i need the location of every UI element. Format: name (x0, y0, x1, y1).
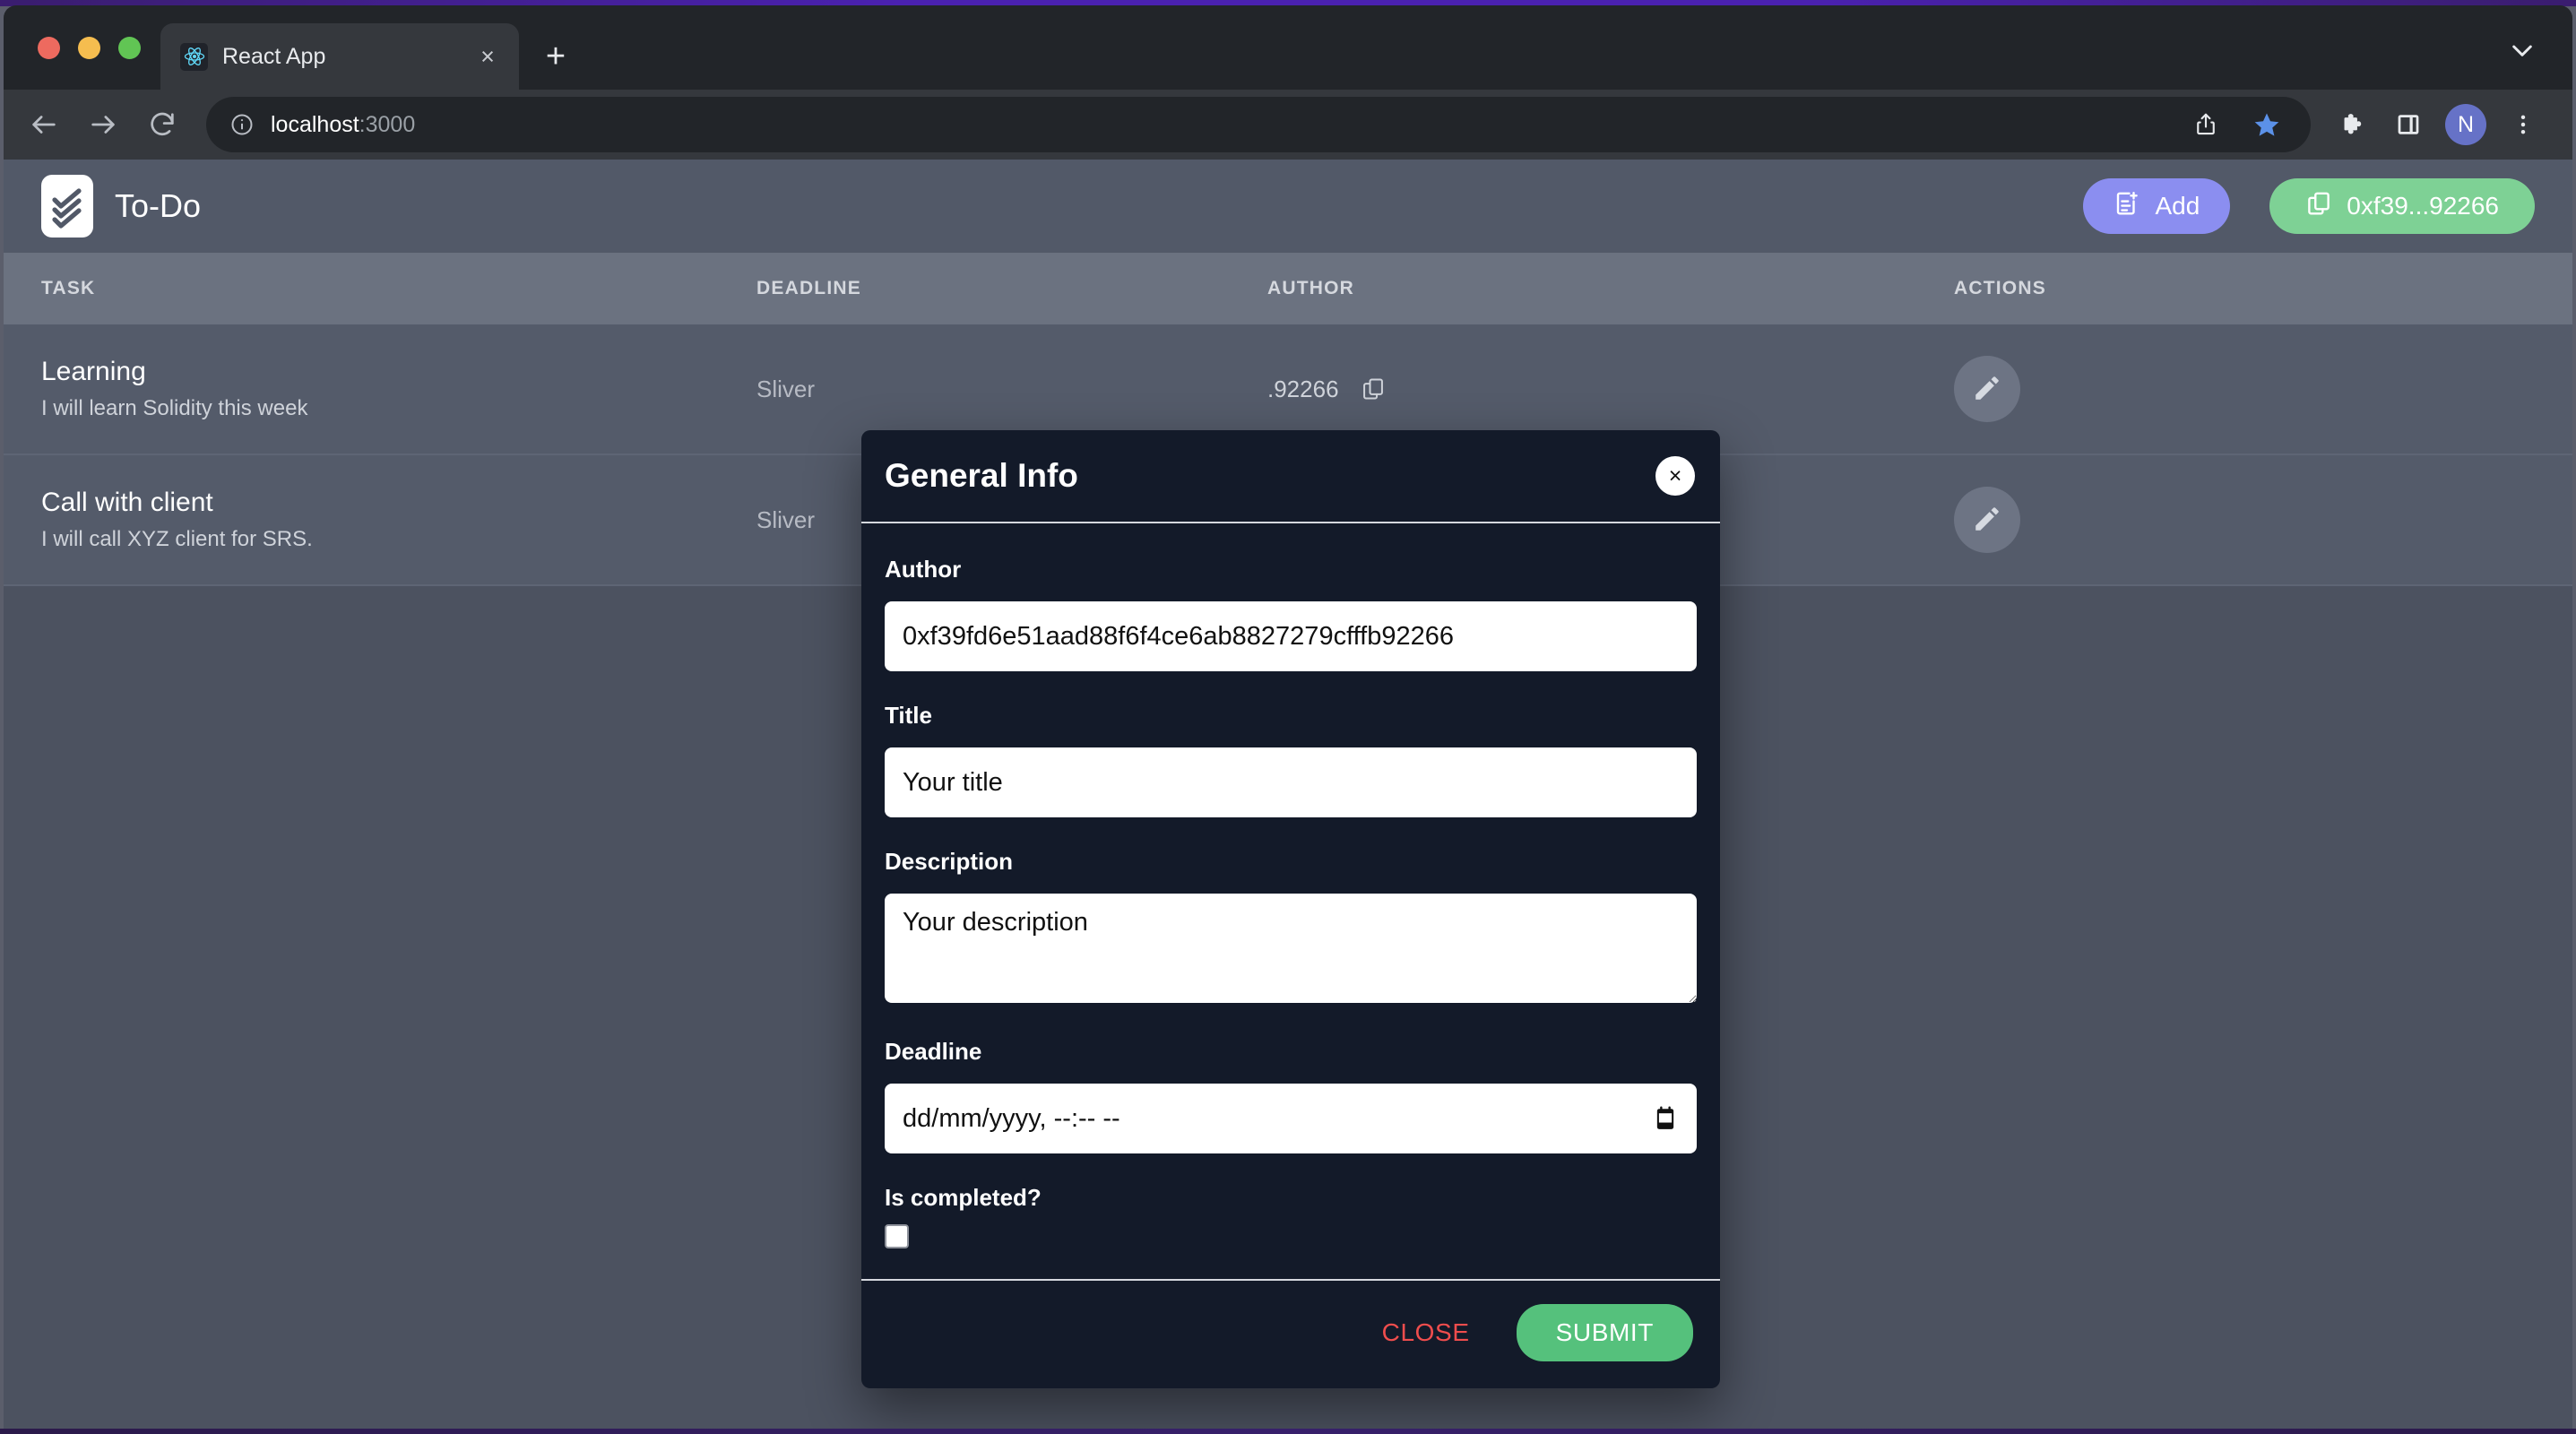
browser-toolbar: localhost:3000 (4, 90, 2572, 160)
maximize-window-button[interactable] (118, 37, 141, 59)
completed-checkbox[interactable] (885, 1224, 909, 1248)
kebab-menu-icon[interactable] (2497, 99, 2549, 151)
close-window-button[interactable] (38, 37, 60, 59)
url-port: :3000 (359, 112, 416, 137)
modal-footer: CLOSE SUBMIT (861, 1279, 1720, 1388)
modal-body: Author Title Description Deadline (861, 523, 1720, 1279)
title-field-group: Title (885, 702, 1697, 817)
reload-icon[interactable] (134, 97, 190, 152)
tab-title: React App (222, 44, 458, 70)
url-text: localhost:3000 (271, 112, 415, 138)
star-icon[interactable] (2241, 99, 2293, 151)
chevron-down-icon[interactable] (2495, 23, 2549, 77)
author-field[interactable] (885, 601, 1697, 671)
description-field-group: Description (885, 848, 1697, 1007)
minimize-window-button[interactable] (78, 37, 100, 59)
close-icon[interactable]: × (1655, 456, 1695, 496)
deadline-field-group: Deadline (885, 1038, 1697, 1153)
description-field-label: Description (885, 848, 1697, 876)
close-button[interactable]: CLOSE (1364, 1306, 1488, 1360)
completed-field-label: Is completed? (885, 1184, 1697, 1212)
modal-backdrop: General Info × Author Title Description (4, 160, 2572, 1429)
deadline-input-wrapper (885, 1084, 1697, 1153)
new-tab-button[interactable]: + (533, 34, 578, 79)
modal-title: General Info (885, 457, 1078, 495)
page-content: To-Do Add (4, 160, 2572, 1429)
browser-window: React App × + (0, 0, 2576, 1434)
address-bar[interactable]: localhost:3000 (206, 97, 2311, 152)
arrow-right-icon[interactable] (75, 97, 131, 152)
deadline-field-label: Deadline (885, 1038, 1697, 1066)
description-field[interactable] (885, 894, 1697, 1003)
browser-tab[interactable]: React App × (160, 23, 519, 90)
avatar[interactable]: N (2445, 104, 2486, 145)
calendar-icon[interactable] (1654, 1106, 1677, 1131)
completed-field-group: Is completed? (885, 1184, 1697, 1248)
deadline-field[interactable] (885, 1084, 1697, 1153)
general-info-modal: General Info × Author Title Description (861, 430, 1720, 1388)
modal-header: General Info × (861, 430, 1720, 523)
title-field-label: Title (885, 702, 1697, 730)
window-controls (4, 37, 141, 90)
submit-button[interactable]: SUBMIT (1517, 1304, 1693, 1361)
url-host: localhost (271, 112, 359, 137)
arrow-left-icon[interactable] (16, 97, 72, 152)
react-atom-icon (180, 43, 208, 71)
author-field-group: Author (885, 556, 1697, 671)
author-field-label: Author (885, 556, 1697, 583)
window-bottom-accent (0, 1429, 2576, 1434)
info-circle-icon[interactable] (229, 112, 255, 137)
close-icon[interactable]: × (472, 41, 503, 72)
share-icon[interactable] (2180, 99, 2232, 151)
omnibox-actions (2180, 99, 2293, 151)
title-field[interactable] (885, 747, 1697, 817)
side-panel-icon[interactable] (2382, 99, 2434, 151)
tab-strip: React App × + (4, 5, 2572, 90)
puzzle-piece-icon[interactable] (2327, 99, 2379, 151)
